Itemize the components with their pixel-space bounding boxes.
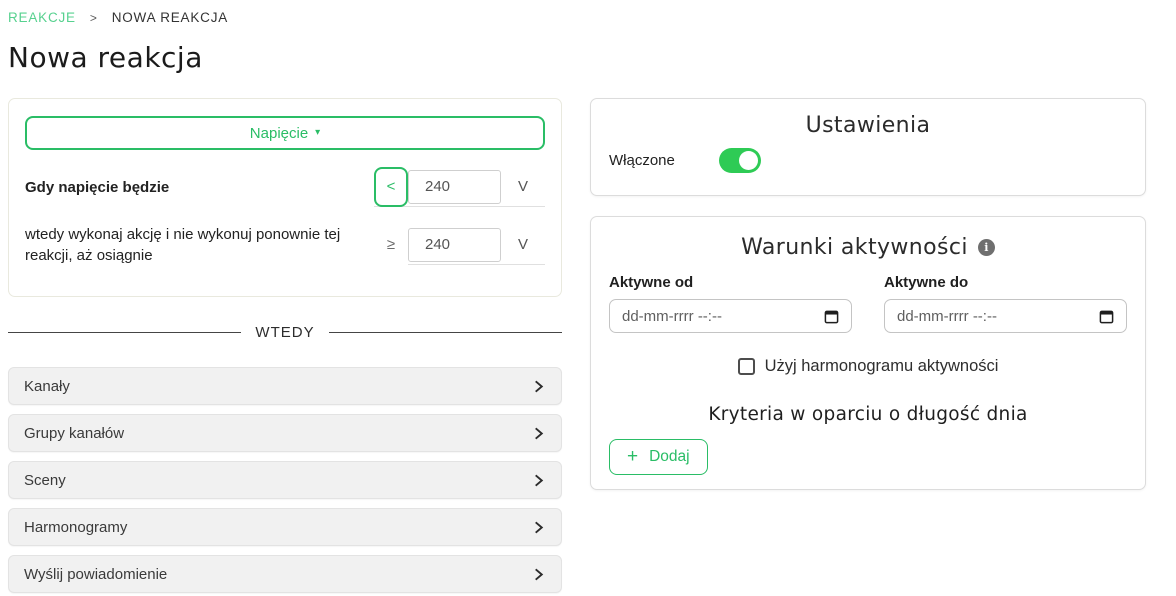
reset-condition-row: wtedy wykonaj akcję i nie wykonuj ponown… xyxy=(25,224,545,266)
enabled-row: Włączone xyxy=(609,148,1127,173)
active-from-input[interactable]: dd-mm-rrrr --:-- xyxy=(609,299,852,333)
action-row-sceny[interactable]: Sceny xyxy=(8,461,562,499)
breadcrumb-link-reakcje[interactable]: REAKCJE xyxy=(8,10,76,25)
reset-condition-label: wtedy wykonaj akcję i nie wykonuj ponown… xyxy=(25,224,374,266)
chevron-right-icon xyxy=(531,567,546,582)
action-row-wyslij-powiadomienie[interactable]: Wyślij powiadomienie xyxy=(8,555,562,593)
reset-value-input[interactable] xyxy=(408,228,501,262)
active-to-field: Aktywne do dd-mm-rrrr --:-- xyxy=(884,274,1127,333)
activity-title-row: Warunki aktywności i xyxy=(609,235,1127,260)
trigger-type-label: Napięcie xyxy=(250,125,308,142)
condition-label: Gdy napięcie będzie xyxy=(25,177,374,198)
add-button-label: Dodaj xyxy=(649,448,690,466)
active-from-label: Aktywne od xyxy=(609,274,852,291)
trigger-card: Napięcie ▾ Gdy napięcie będzie < V wtedy… xyxy=(8,98,562,297)
action-row-label: Kanały xyxy=(24,378,70,395)
then-divider-label: WTEDY xyxy=(255,324,314,341)
settings-card: Ustawienia Włączone xyxy=(590,98,1146,196)
enabled-toggle[interactable] xyxy=(719,148,761,173)
info-icon[interactable]: i xyxy=(978,239,995,256)
day-length-title: Kryteria w oparciu o długość dnia xyxy=(609,404,1127,425)
condition-operator-button[interactable]: < xyxy=(374,167,408,207)
action-row-label: Harmonogramy xyxy=(24,519,127,536)
enabled-label: Włączone xyxy=(609,152,675,169)
action-row-label: Sceny xyxy=(24,472,66,489)
activity-conditions-card: Warunki aktywności i Aktywne od dd-mm-rr… xyxy=(590,216,1146,490)
active-to-input[interactable]: dd-mm-rrrr --:-- xyxy=(884,299,1127,333)
calendar-icon xyxy=(824,309,839,324)
chevron-right-icon xyxy=(531,426,546,441)
calendar-icon xyxy=(1099,309,1114,324)
breadcrumb-separator-icon: > xyxy=(90,11,98,25)
chevron-right-icon xyxy=(531,520,546,535)
schedule-checkbox-row: Użyj harmonogramu aktywności xyxy=(609,357,1127,376)
trigger-column: Napięcie ▾ Gdy napięcie będzie < V wtedy… xyxy=(8,98,562,596)
condition-value-input[interactable] xyxy=(408,170,501,204)
chevron-down-icon: ▾ xyxy=(315,128,320,138)
trigger-type-button[interactable]: Napięcie ▾ xyxy=(25,116,545,150)
condition-row: Gdy napięcie będzie < V xyxy=(25,167,545,207)
active-to-placeholder: dd-mm-rrrr --:-- xyxy=(897,308,997,325)
date-fields: Aktywne od dd-mm-rrrr --:-- Aktywne do d… xyxy=(609,274,1127,333)
main-columns: Napięcie ▾ Gdy napięcie będzie < V wtedy… xyxy=(8,98,1146,596)
active-from-placeholder: dd-mm-rrrr --:-- xyxy=(622,308,722,325)
active-to-label: Aktywne do xyxy=(884,274,1127,291)
divider-line xyxy=(8,332,241,333)
page: REAKCJE > NOWA REAKCJA Nowa reakcja Napi… xyxy=(0,0,1176,596)
reset-input-group: ≥ V xyxy=(374,225,545,265)
toggle-knob xyxy=(739,151,758,170)
divider-line xyxy=(329,332,562,333)
condition-input-group: < V xyxy=(374,167,545,207)
action-list: Kanały Grupy kanałów Sceny Harmonogramy … xyxy=(8,367,562,593)
condition-unit-label: V xyxy=(501,178,545,195)
plus-icon: + xyxy=(627,447,638,466)
reset-unit-label: V xyxy=(501,236,545,253)
schedule-checkbox-label[interactable]: Użyj harmonogramu aktywności xyxy=(765,357,999,376)
action-row-harmonogramy[interactable]: Harmonogramy xyxy=(8,508,562,546)
action-row-kanaly[interactable]: Kanały xyxy=(8,367,562,405)
breadcrumb: REAKCJE > NOWA REAKCJA xyxy=(8,10,1146,25)
action-row-label: Grupy kanałów xyxy=(24,425,124,442)
then-divider: WTEDY xyxy=(8,324,562,341)
add-criteria-button[interactable]: + Dodaj xyxy=(609,439,708,475)
chevron-right-icon xyxy=(531,379,546,394)
page-title: Nowa reakcja xyxy=(8,41,1146,74)
activity-title: Warunki aktywności xyxy=(741,235,968,260)
breadcrumb-current: NOWA REAKCJA xyxy=(112,10,228,25)
settings-title: Ustawienia xyxy=(609,113,1127,138)
chevron-right-icon xyxy=(531,473,546,488)
schedule-checkbox[interactable] xyxy=(738,358,755,375)
action-row-label: Wyślij powiadomienie xyxy=(24,566,167,583)
action-row-grupy-kanalow[interactable]: Grupy kanałów xyxy=(8,414,562,452)
reset-operator-button[interactable]: ≥ xyxy=(374,225,408,265)
active-from-field: Aktywne od dd-mm-rrrr --:-- xyxy=(609,274,852,333)
settings-column: Ustawienia Włączone Warunki aktywności i… xyxy=(590,98,1146,490)
